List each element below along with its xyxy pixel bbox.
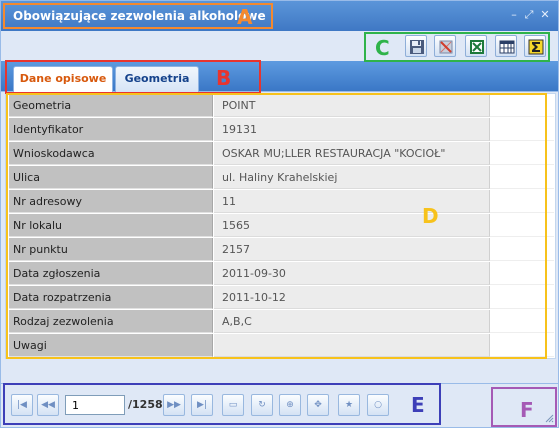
next-page-icon[interactable]: ▶▶ [163,394,185,416]
resize-grip-icon[interactable] [544,413,554,423]
attribute-value[interactable]: 19131 [214,118,490,141]
tab-dane-opisowe[interactable]: Dane opisowe [13,66,113,92]
star-icon[interactable]: ★ [338,394,360,416]
attribute-label: Geometria [9,94,213,117]
table-row[interactable]: Nr lokalu 1565 [6,214,555,238]
folder-open-icon[interactable]: ▭ [222,394,244,416]
minimize-icon[interactable]: – [508,9,520,21]
attribute-label: Nr punktu [9,238,213,261]
maximize-icon[interactable]: ⤢ [523,9,535,21]
attribute-value[interactable]: A,B,C [214,310,490,333]
page-total-label: /1258 [128,398,163,411]
empty-cell [490,286,554,309]
page-number-input[interactable] [65,395,125,415]
toolbar [1,31,558,63]
attribute-value[interactable] [214,334,490,357]
table-row[interactable]: Identyfikator 19131 [6,118,555,142]
attribute-label: Wnioskodawca [9,142,213,165]
table-view-button[interactable] [495,35,517,57]
attribute-window: Obowiązujące zezwolenia alkoholowe – ⤢ ✕ [0,0,559,428]
attribute-value[interactable]: OSKAR MU;LLER RESTAURACJA "KOCIOŁ" [214,142,490,165]
refresh-icon[interactable]: ↻ [251,394,273,416]
delete-attributes-icon [439,40,453,54]
attribute-label: Identyfikator [9,118,213,141]
last-page-icon[interactable]: ▶| [191,394,213,416]
circle-icon[interactable]: ○ [367,394,389,416]
attribute-label: Ulica [9,166,213,189]
table-row[interactable]: Data rozpatrzenia 2011-10-12 [6,286,555,310]
close-icon[interactable]: ✕ [539,9,551,21]
attribute-grid: Geometria POINT Identyfikator 19131 Wnio… [5,93,556,359]
attribute-value[interactable]: 11 [214,190,490,213]
attribute-value[interactable]: 2157 [214,238,490,261]
first-page-icon[interactable]: |◀ [11,394,33,416]
empty-cell [490,166,554,189]
attribute-value[interactable]: 2011-09-30 [214,262,490,285]
empty-cell [490,142,554,165]
table-row[interactable]: Ulica ul. Haliny Krahelskiej [6,166,555,190]
empty-cell [490,262,554,285]
attribute-value[interactable]: POINT [214,94,490,117]
attribute-value[interactable]: ul. Haliny Krahelskiej [214,166,490,189]
previous-page-icon[interactable]: ◀◀ [37,394,59,416]
attribute-label: Data rozpatrzenia [9,286,213,309]
table-row[interactable]: Nr adresowy 11 [6,190,555,214]
empty-cell [490,190,554,213]
move-icon[interactable]: ✥ [307,394,329,416]
delete-attributes-button[interactable] [434,35,456,57]
table-row[interactable]: Nr punktu 2157 [6,238,555,262]
attribute-label: Data zgłoszenia [9,262,213,285]
attribute-label: Nr adresowy [9,190,213,213]
table-row[interactable]: Data zgłoszenia 2011-09-30 [6,262,555,286]
table-row[interactable]: Geometria POINT [6,94,555,118]
save-attributes-button[interactable] [405,35,427,57]
attribute-label: Nr lokalu [9,214,213,237]
empty-cell [490,334,554,357]
attribute-value[interactable]: 2011-10-12 [214,286,490,309]
paging-toolbar: |◀ ◀◀ /1258 ▶▶ ▶| ▭ ↻ ⊕ ✥ ★ ○ [1,383,558,427]
save-attributes-icon [410,40,424,54]
attribute-label: Rodzaj zezwolenia [9,310,213,333]
sum-icon [528,39,544,55]
empty-cell [490,214,554,237]
empty-cell [490,238,554,261]
excel-export-icon [470,40,484,54]
table-view-icon [499,40,515,54]
table-row[interactable]: Rodzaj zezwolenia A,B,C [6,310,555,334]
empty-cell [490,118,554,141]
window-title: Obowiązujące zezwolenia alkoholowe [13,9,266,23]
zoom-to-icon[interactable]: ⊕ [279,394,301,416]
window-title-bar[interactable]: Obowiązujące zezwolenia alkoholowe – ⤢ ✕ [1,1,558,31]
excel-export-button[interactable] [465,35,487,57]
attribute-label: Uwagi [9,334,213,357]
sum-button[interactable] [524,35,546,57]
attribute-value[interactable]: 1565 [214,214,490,237]
empty-cell [490,94,554,117]
table-row[interactable]: Wnioskodawca OSKAR MU;LLER RESTAURACJA "… [6,142,555,166]
tab-strip: Dane opisowe Geometria [1,61,558,92]
empty-cell [490,310,554,333]
table-row[interactable]: Uwagi [6,334,555,358]
tab-geometria[interactable]: Geometria [115,66,199,92]
